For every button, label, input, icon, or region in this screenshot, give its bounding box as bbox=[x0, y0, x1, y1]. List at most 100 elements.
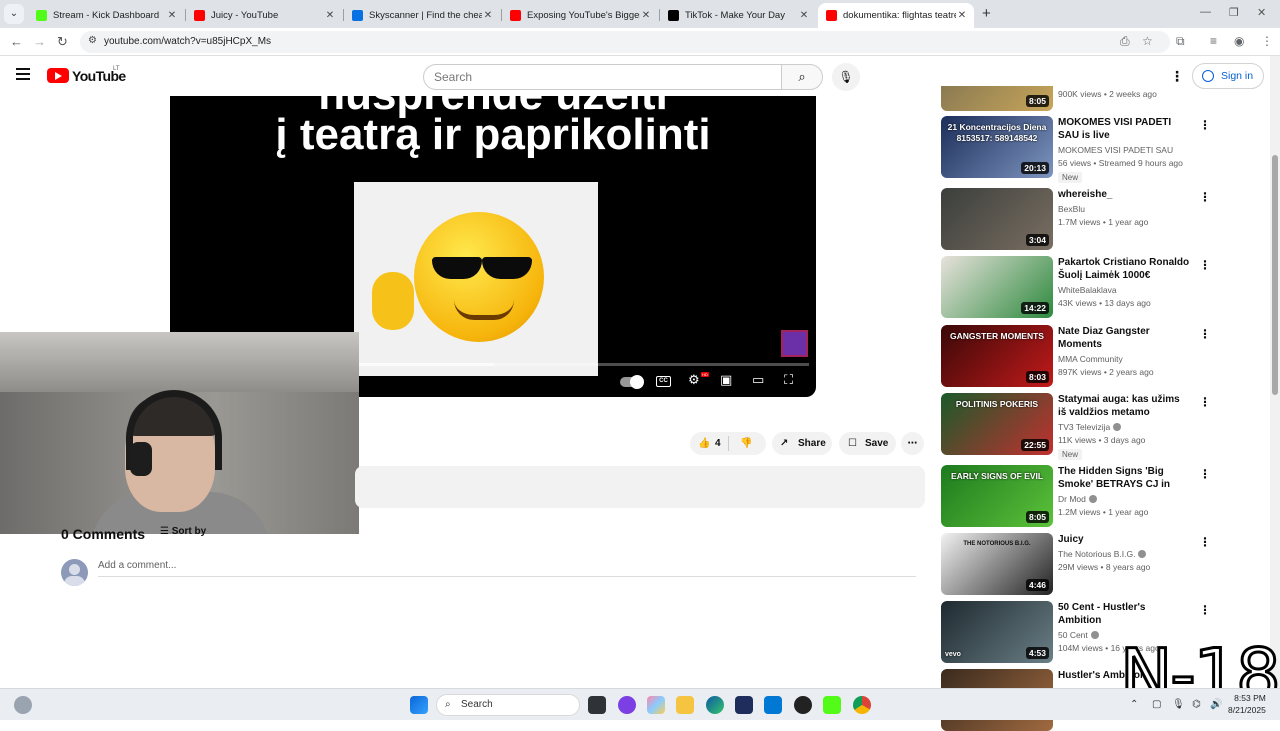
recommended-video[interactable]: THE NOTORIOUS B.I.G. 4:46 Juicy The Notorio… bbox=[941, 533, 1241, 595]
browser-tab[interactable]: dokumentika: flightas teatre - Y✕ bbox=[818, 3, 974, 28]
discord-icon[interactable] bbox=[618, 696, 636, 714]
sort-comments-button[interactable]: ☰ Sort by bbox=[160, 526, 206, 537]
search-input[interactable]: Search bbox=[423, 64, 781, 90]
obs-icon[interactable] bbox=[794, 696, 812, 714]
outlook-icon[interactable] bbox=[764, 696, 782, 714]
video-thumbnail[interactable]: 14:22 bbox=[941, 256, 1053, 318]
browser-tab[interactable]: Exposing YouTube's Biggest Fal✕ bbox=[502, 3, 658, 28]
forward-icon[interactable]: → bbox=[33, 34, 46, 49]
reload-icon[interactable]: ↻ bbox=[57, 34, 68, 50]
edge-icon[interactable] bbox=[706, 696, 724, 714]
tab-close-icon[interactable]: ✕ bbox=[482, 10, 494, 21]
video-thumbnail[interactable]: THE NOTORIOUS B.I.G. 4:46 bbox=[941, 533, 1053, 595]
chrome-icon[interactable] bbox=[853, 696, 871, 714]
reading-list-icon[interactable]: ≡ bbox=[1210, 34, 1217, 48]
site-info-icon[interactable]: ⚙ bbox=[88, 35, 97, 46]
miniplayer-icon[interactable]: ▣ bbox=[720, 372, 732, 388]
channel-name[interactable]: The Notorious B.I.G. bbox=[1058, 549, 1147, 559]
video-menu-icon[interactable]: ⋮ bbox=[1199, 467, 1211, 481]
browser-menu-icon[interactable]: ⋮ bbox=[1261, 34, 1273, 48]
widgets-icon[interactable] bbox=[14, 696, 32, 714]
tab-close-icon[interactable]: ✕ bbox=[324, 10, 336, 21]
recommended-video[interactable]: 14:22 Pakartok Cristiano Ronaldo Šuolį La… bbox=[941, 256, 1241, 318]
settings-menu-icon[interactable]: ⋮ bbox=[1170, 68, 1184, 85]
browser-tab[interactable]: Skyscanner | Find the cheapest✕ bbox=[344, 3, 500, 28]
video-title[interactable]: Nate Diaz Gangster Moments bbox=[1058, 325, 1190, 351]
store-icon[interactable] bbox=[735, 696, 753, 714]
video-menu-icon[interactable]: ⋮ bbox=[1199, 395, 1211, 409]
video-menu-icon[interactable]: ⋮ bbox=[1199, 603, 1211, 617]
bookmark-star-icon[interactable]: ☆ bbox=[1142, 34, 1153, 48]
channel-name[interactable]: MOKOMES VISI PADETI SAU bbox=[1058, 145, 1173, 155]
tab-search-menu-icon[interactable]: ⌄ bbox=[4, 4, 24, 24]
recommended-video[interactable]: 3:04 whereishe_ BexBlu 1.7M views • 1 year … bbox=[941, 188, 1241, 250]
task-view-icon[interactable] bbox=[588, 696, 606, 714]
fullscreen-icon[interactable]: ⛶ bbox=[784, 372, 793, 388]
voice-search-button[interactable]: 🎙 bbox=[832, 63, 860, 91]
address-bar[interactable]: ⚙ youtube.com/watch?v=u85jHCpX_Ms bbox=[80, 31, 1170, 53]
video-thumbnail[interactable]: POLITINIS POKERIS 22:55 bbox=[941, 393, 1053, 455]
progress-bar[interactable] bbox=[359, 363, 809, 366]
more-actions-button[interactable]: ⋯ bbox=[901, 432, 924, 455]
browser-tab[interactable]: TikTok - Make Your Day ✕ bbox=[660, 3, 816, 28]
channel-name[interactable]: WhiteBalaklava bbox=[1058, 285, 1117, 295]
tab-close-icon[interactable]: ✕ bbox=[956, 10, 968, 21]
minimize-icon[interactable]: — bbox=[1200, 6, 1211, 18]
profile-icon[interactable]: ◉ bbox=[1234, 34, 1244, 48]
subtitles-button[interactable]: CC bbox=[656, 376, 671, 387]
search-button[interactable]: ⌕ bbox=[781, 64, 823, 90]
video-title[interactable]: 50 Cent - Hustler's Ambition bbox=[1058, 601, 1190, 627]
video-title[interactable]: Statymai auga: kas užims iš valdžios met… bbox=[1058, 393, 1190, 420]
taskbar-clock[interactable]: 8:53 PM 8/21/2025 bbox=[1228, 692, 1266, 716]
youtube-logo-icon[interactable] bbox=[47, 68, 69, 83]
video-thumbnail[interactable]: 8:05 bbox=[941, 86, 1053, 111]
recommended-video[interactable]: 21 Koncentracijos Diena 8153517: 5891485… bbox=[941, 116, 1241, 183]
maximize-icon[interactable]: ❐ bbox=[1229, 6, 1239, 19]
video-thumbnail[interactable]: vevo 4:53 bbox=[941, 601, 1053, 663]
install-app-icon[interactable]: ⎙ bbox=[1120, 34, 1130, 49]
video-title[interactable]: whereishe_ bbox=[1058, 188, 1190, 201]
recommended-video[interactable]: 8:05 900K views • 2 weeks ago bbox=[941, 86, 1241, 111]
video-menu-icon[interactable]: ⋮ bbox=[1199, 327, 1211, 341]
like-icon[interactable]: 👍 bbox=[698, 432, 710, 455]
video-menu-icon[interactable]: ⋮ bbox=[1199, 118, 1211, 132]
file-explorer-icon[interactable] bbox=[676, 696, 694, 714]
video-menu-icon[interactable]: ⋮ bbox=[1199, 535, 1211, 549]
channel-name[interactable]: TV3 Televizija bbox=[1058, 422, 1122, 432]
video-title[interactable]: Juicy bbox=[1058, 533, 1190, 546]
video-thumbnail[interactable]: GANGSTER MOMENTS 8:03 bbox=[941, 325, 1053, 387]
browser-tab[interactable]: Juicy - YouTube ✕ bbox=[186, 3, 342, 28]
video-menu-icon[interactable]: ⋮ bbox=[1199, 258, 1211, 272]
video-thumbnail[interactable]: EARLY SIGNS OF EVIL 8:05 bbox=[941, 465, 1053, 527]
microphone-icon[interactable]: 🎙 bbox=[1172, 699, 1185, 710]
tab-close-icon[interactable]: ✕ bbox=[640, 10, 652, 21]
guide-menu-icon[interactable] bbox=[16, 68, 30, 80]
recommended-video[interactable]: GANGSTER MOMENTS 8:03 Nate Diaz Gangster M… bbox=[941, 325, 1241, 387]
extensions-icon[interactable]: ⧉ bbox=[1176, 34, 1185, 49]
video-title[interactable]: MOKOMES VISI PADETI SAU is live bbox=[1058, 116, 1190, 142]
tab-close-icon[interactable]: ✕ bbox=[166, 10, 178, 21]
close-window-icon[interactable]: ✕ bbox=[1257, 6, 1266, 19]
channel-name[interactable]: BexBlu bbox=[1058, 204, 1085, 214]
recommended-video[interactable]: POLITINIS POKERIS 22:55 Statymai auga: kas… bbox=[941, 393, 1241, 460]
back-icon[interactable]: ← bbox=[10, 34, 23, 49]
copilot-icon[interactable] bbox=[647, 696, 665, 714]
tray-app-icon[interactable]: ▢ bbox=[1152, 699, 1161, 710]
channel-watermark-icon[interactable] bbox=[781, 330, 808, 357]
new-tab-button[interactable]: + bbox=[982, 5, 991, 22]
settings-gear-icon[interactable]: ⚙ bbox=[688, 372, 700, 388]
description-box[interactable] bbox=[355, 466, 925, 508]
kick-icon[interactable] bbox=[823, 696, 841, 714]
add-comment-input[interactable]: Add a comment... bbox=[98, 560, 916, 577]
channel-name[interactable]: 50 Cent bbox=[1058, 630, 1099, 640]
tab-close-icon[interactable]: ✕ bbox=[798, 10, 810, 21]
page-scrollbar-thumb[interactable] bbox=[1272, 155, 1278, 395]
channel-name[interactable]: Dr Mod bbox=[1058, 494, 1097, 504]
video-menu-icon[interactable]: ⋮ bbox=[1199, 190, 1211, 204]
browser-tab[interactable]: Stream - Kick Dashboard ✕ bbox=[28, 3, 184, 28]
tray-chevron-icon[interactable]: ⌃ bbox=[1130, 699, 1138, 710]
channel-name[interactable]: MMA Community bbox=[1058, 354, 1123, 364]
share-button[interactable]: ↗ Share bbox=[772, 432, 832, 455]
dislike-icon[interactable]: 👎 bbox=[740, 432, 752, 455]
video-title[interactable]: The Hidden Signs 'Big Smoke' BETRAYS CJ … bbox=[1058, 465, 1190, 492]
